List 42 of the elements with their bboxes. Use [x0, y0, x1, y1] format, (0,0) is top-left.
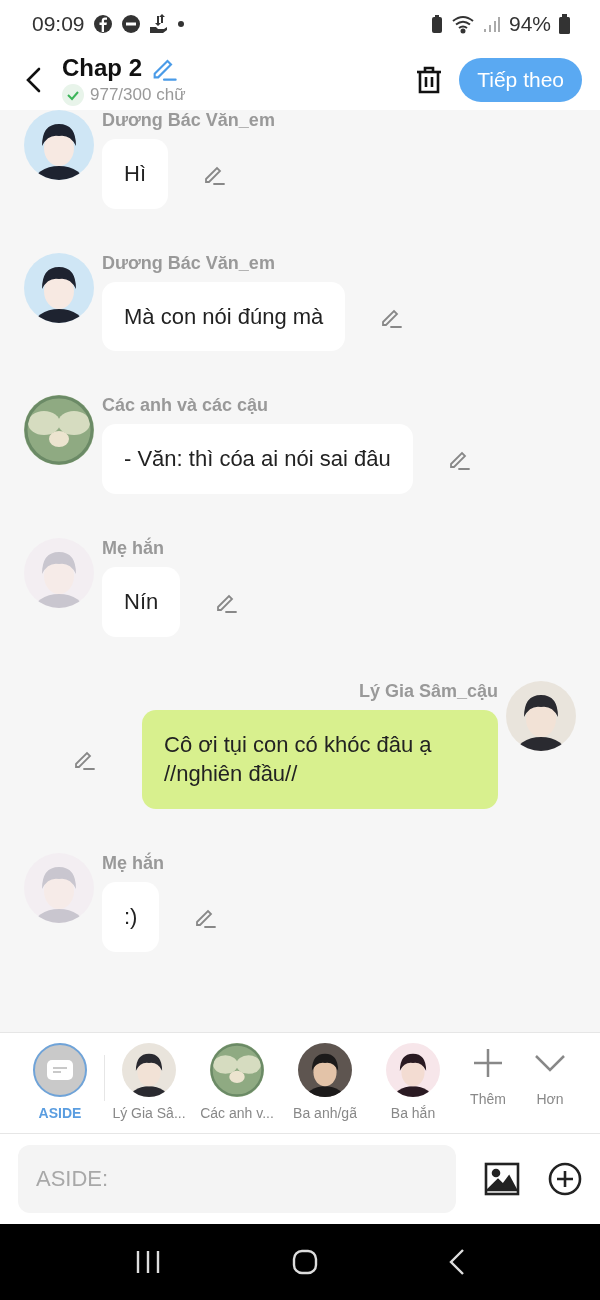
- battery-saver-icon: [430, 14, 443, 34]
- sender-name: Các anh và các cậu: [102, 395, 269, 417]
- transfer-icon: [148, 14, 169, 34]
- word-count: 977/300 chữ: [90, 85, 186, 105]
- character-option[interactable]: Ba hắn: [369, 1043, 457, 1121]
- character-option[interactable]: ASIDE: [16, 1043, 104, 1121]
- character-option[interactable]: Lý Gia Sâ...: [105, 1043, 193, 1121]
- message-bubble: Mà con nói đúng mà: [102, 281, 346, 352]
- wifi-icon: [450, 14, 475, 34]
- chapter-title: Chap 2: [62, 54, 142, 82]
- more-button[interactable]: Hơn: [519, 1043, 581, 1107]
- add-button[interactable]: Thêm: [457, 1043, 519, 1107]
- message-bubble: :): [102, 882, 160, 952]
- next-button[interactable]: Tiếp theo: [459, 58, 582, 102]
- message-bubble: Cô ơi tụi con có khóc đâu ạ //nghiên đầu//: [142, 709, 498, 810]
- character-option[interactable]: Ba anh/gã: [281, 1043, 369, 1121]
- sender-name: Lý Gia Sâm_cậu: [358, 680, 498, 702]
- sender-name: Mẹ hắn: [102, 853, 164, 875]
- battery-icon: [559, 14, 570, 34]
- add-icon[interactable]: [548, 1162, 582, 1196]
- dot-icon: [176, 20, 185, 28]
- message-input[interactable]: ASIDE:: [18, 1145, 456, 1213]
- do-not-disturb-icon: [120, 14, 141, 34]
- image-icon[interactable]: [484, 1162, 520, 1196]
- message-bubble: Nín: [102, 567, 181, 637]
- battery-level: 94%: [508, 12, 551, 36]
- recent-apps-icon[interactable]: [135, 1250, 162, 1274]
- check-icon: [62, 84, 84, 106]
- clock: 09:09: [32, 12, 85, 36]
- sender-name: Dương Bác Văn_em: [102, 110, 275, 131]
- signal-icon: [482, 15, 501, 33]
- character-option[interactable]: Các anh v...: [193, 1043, 281, 1121]
- sender-name: Mẹ hắn: [102, 538, 164, 560]
- note-icon: [47, 1060, 73, 1080]
- sender-name: Dương Bác Văn_em: [102, 252, 275, 274]
- plus-icon: [472, 1047, 504, 1079]
- trash-icon[interactable]: [415, 65, 444, 95]
- message-bubble: - Văn: thì cóa ai nói sai đâu: [102, 424, 413, 495]
- back-nav-icon[interactable]: [448, 1249, 465, 1275]
- home-icon[interactable]: [292, 1249, 318, 1275]
- message-bubble: Hì: [102, 139, 168, 209]
- facebook-icon: [92, 14, 113, 34]
